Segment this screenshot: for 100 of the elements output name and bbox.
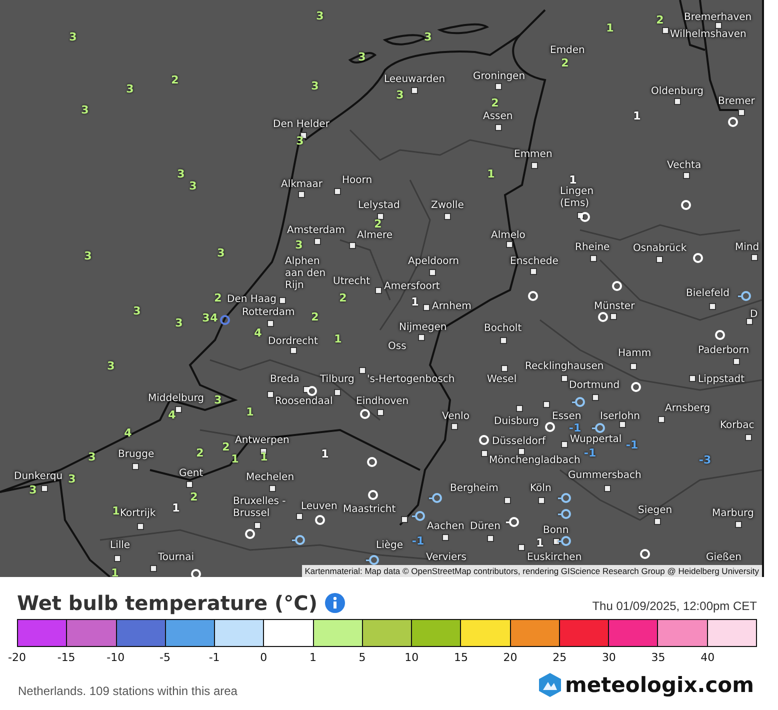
city-marker-icon (296, 513, 303, 520)
city-marker-icon (735, 521, 742, 528)
city-marker-icon (543, 401, 550, 408)
scale-tick-label: 25 (552, 651, 567, 664)
city-label: Leuven (301, 501, 338, 513)
city-marker-icon (269, 485, 276, 492)
station-value: 3 (202, 312, 210, 324)
city-label: Groningen (473, 71, 526, 83)
city-label: Rheine (575, 242, 610, 254)
station-value: - (365, 554, 370, 566)
city-label: Antwerpen (235, 435, 290, 447)
city-marker-icon (334, 188, 341, 195)
city-marker-icon (377, 213, 384, 220)
station-value: 3 (396, 90, 404, 100)
city-label: Den Helder (273, 119, 330, 131)
city-label: Bremer (718, 96, 755, 108)
station-value: 3 (84, 250, 92, 262)
city-label: D (750, 309, 758, 321)
city-marker-icon (41, 485, 48, 492)
city-label: Nijmegen (399, 322, 447, 334)
brand-name: meteologix.com (565, 673, 754, 697)
city-label: Essen (552, 411, 582, 423)
city-label: Arnhem (432, 301, 472, 313)
station-value: 2 (196, 448, 204, 458)
station-value: - (291, 534, 296, 546)
city-label: Breda (270, 374, 300, 386)
station-value: 1 (111, 568, 119, 577)
station-value: 1 (487, 168, 495, 180)
city-marker-icon (746, 318, 753, 325)
station-value: 3 (175, 318, 183, 328)
station-value: -3 (698, 454, 712, 466)
station-value: 3 (189, 180, 197, 192)
city-label: Dortmund (569, 380, 620, 392)
city-label: Münster (594, 301, 635, 313)
city-marker-icon (674, 98, 681, 105)
city-label: Emden (550, 45, 585, 57)
station-value: 3 (311, 80, 319, 92)
city-marker-icon (518, 448, 525, 455)
station-value: 3 (316, 10, 324, 22)
city-marker-icon (150, 565, 157, 572)
city-marker-icon (654, 518, 661, 525)
city-label: Korbac (720, 420, 754, 432)
station-value: 1 (321, 448, 329, 460)
station-value: 1 (334, 334, 342, 344)
city-marker-icon (689, 375, 696, 382)
city-marker-icon (451, 423, 458, 430)
city-label: Assen (483, 111, 513, 123)
city-label: Euskirchen (527, 552, 582, 564)
city-marker-icon (298, 191, 305, 198)
city-marker-icon (132, 463, 139, 470)
city-marker-icon (619, 421, 626, 428)
city-label: Düsseldorf (492, 436, 546, 448)
city-label: Oss (388, 341, 406, 353)
station-value: - (557, 492, 562, 504)
station-value: 3 (295, 240, 303, 250)
city-label: Wesel (487, 374, 517, 386)
station-value: 3 (133, 306, 141, 316)
city-label: Siegen (638, 505, 672, 517)
station-value: 2 (561, 58, 569, 68)
city-label: Venlo (442, 411, 470, 423)
city-marker-icon (658, 416, 665, 423)
city-label: Paderborn (698, 345, 750, 357)
timestamp: Thu 01/09/2025, 12:00pm CET (592, 599, 757, 613)
scale-tick-label: 0 (260, 651, 268, 664)
station-value: 1 (606, 22, 614, 34)
city-marker-icon (495, 83, 502, 90)
city-marker-icon (186, 481, 193, 488)
city-label: Gent (179, 468, 204, 480)
station-value: 4 (254, 328, 262, 338)
city-label: Mind (735, 242, 760, 254)
city-label: Brugge (118, 449, 154, 461)
station-value: 2 (491, 98, 499, 108)
scale-tick-label: 30 (602, 651, 616, 664)
city-label: Gummersbach (568, 470, 642, 482)
logo-icon (538, 672, 562, 698)
city-label: Liège (376, 540, 404, 552)
city-marker-icon (610, 313, 617, 320)
city-marker-icon (254, 522, 261, 529)
city-marker-icon (375, 287, 382, 294)
scale-tick-label: -20 (8, 651, 26, 664)
scale-tick-label: 35 (651, 651, 666, 664)
city-marker-icon (267, 320, 274, 327)
city-label: Rotterdam (242, 307, 295, 319)
scale-tick-label: 10 (404, 651, 419, 664)
info-icon[interactable] (325, 593, 346, 613)
city-label: Bocholt (484, 323, 522, 335)
city-marker-icon (481, 450, 488, 457)
city-marker-icon (662, 27, 669, 34)
station-value: 1 (172, 502, 180, 514)
city-marker-icon (656, 256, 663, 263)
city-label: Dunkerqu (14, 471, 63, 483)
station-value: - (571, 396, 576, 408)
map-attribution: Kartenmaterial: Map data © OpenStreetMap contributors, rendering GIScience Research Group @ Heidelberg University (302, 565, 762, 577)
city-label: Bielefeld (686, 288, 730, 300)
scale-tick-label: 1 (309, 651, 316, 664)
station-value: 3 (68, 474, 76, 484)
city-label: Düren (470, 521, 500, 533)
city-label: Amersfoort (384, 281, 440, 293)
station-value: 3 (126, 84, 134, 94)
station-value: 3 (177, 168, 185, 180)
